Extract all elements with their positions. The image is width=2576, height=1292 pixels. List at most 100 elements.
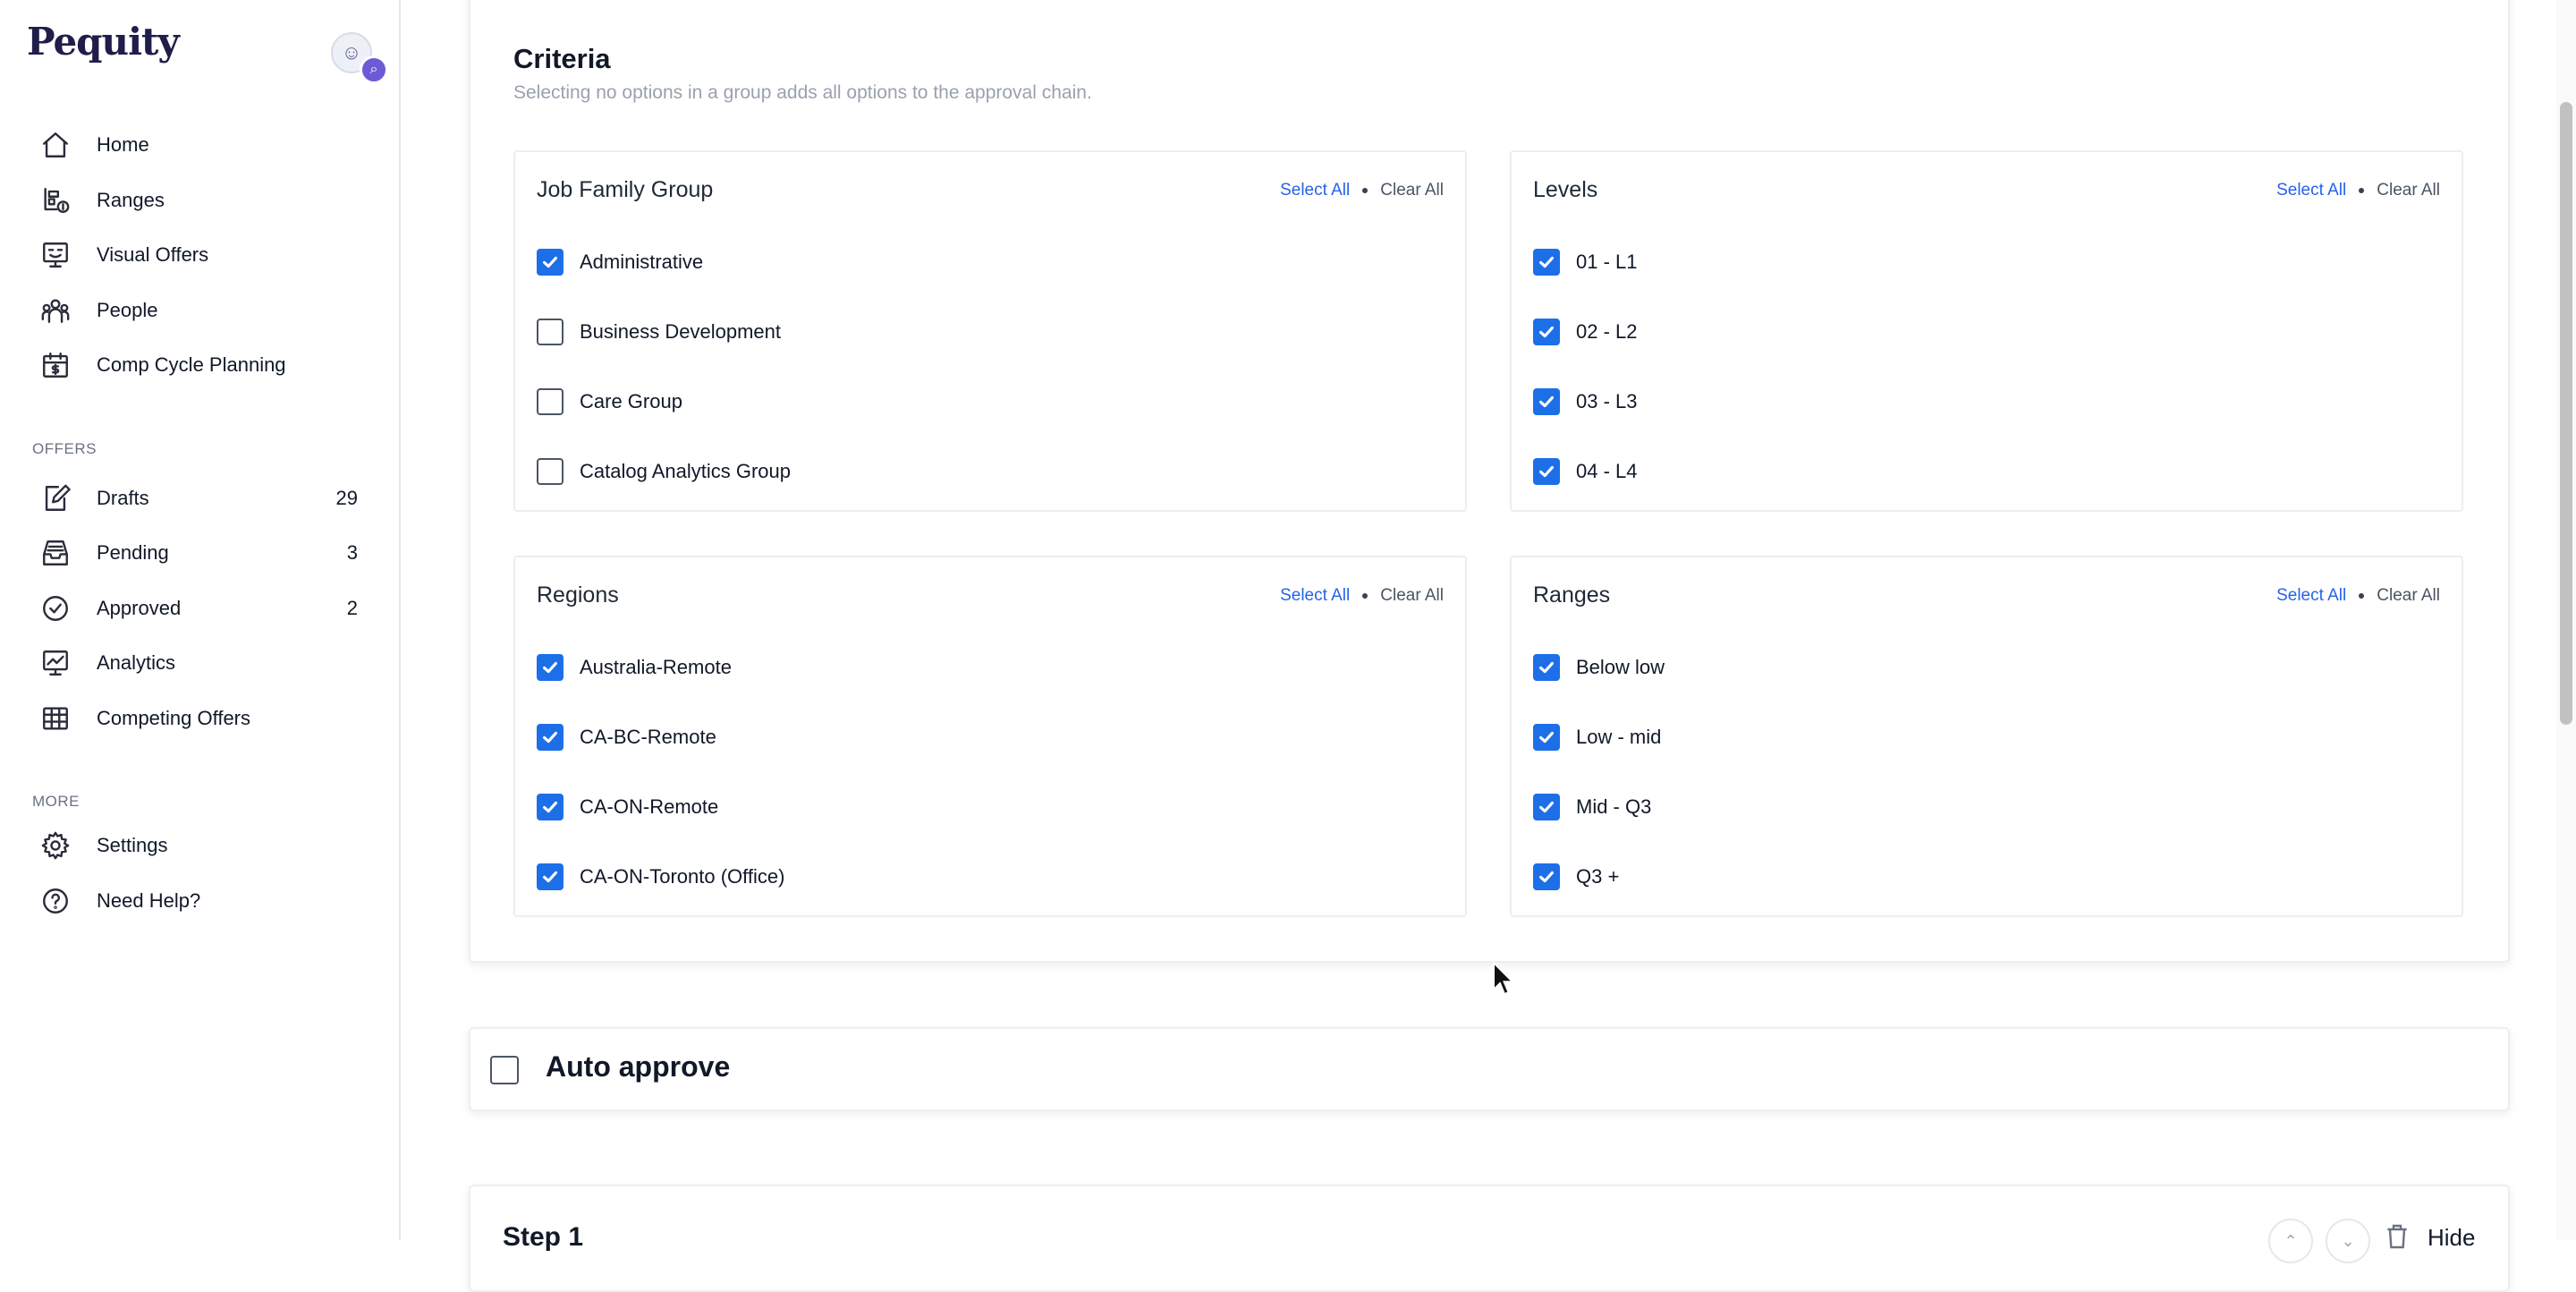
- sidebar-item-people[interactable]: People: [39, 286, 370, 335]
- mouse-pointer-icon: [1492, 960, 1515, 997]
- checkbox[interactable]: [537, 863, 564, 890]
- checkbox[interactable]: [537, 249, 564, 276]
- checkbox-label: 02 - L2: [1576, 320, 1638, 343]
- checkbox[interactable]: [537, 388, 564, 415]
- checkbox-option[interactable]: CA-ON-Toronto (Office): [537, 859, 784, 895]
- sidebar-item-pending[interactable]: Pending 3: [39, 529, 370, 577]
- checkbox[interactable]: [1533, 249, 1560, 276]
- sidebar-item-label: Drafts: [97, 487, 149, 509]
- sidebar-item-visual-offers[interactable]: Visual Offers: [39, 231, 370, 279]
- checkbox-label: Australia-Remote: [580, 656, 732, 678]
- checkbox[interactable]: [1533, 724, 1560, 751]
- separator-dot: [2359, 188, 2365, 193]
- select-all-button[interactable]: Select All: [2276, 181, 2346, 200]
- checkbox[interactable]: [537, 458, 564, 485]
- chevron-up-icon: ⌃: [2284, 1231, 2298, 1250]
- visual-offers-icon: [39, 239, 72, 271]
- check-circle-icon: [39, 592, 72, 625]
- group-actions: Select All Clear All: [2276, 586, 2440, 606]
- step-title: Step 1: [503, 1222, 584, 1252]
- chevron-down-icon: ⌄: [2341, 1231, 2355, 1250]
- checkmark-icon: [1539, 661, 1554, 674]
- checkbox-option[interactable]: 02 - L2: [1533, 314, 1638, 350]
- checkbox-option[interactable]: Low - mid: [1533, 719, 1661, 755]
- checkmark-icon: [543, 871, 557, 883]
- checkmark-icon: [543, 801, 557, 813]
- people-icon: [39, 294, 72, 327]
- checkbox[interactable]: [1533, 388, 1560, 415]
- checkbox-option[interactable]: Business Development: [537, 314, 781, 350]
- group-title: Levels: [1533, 177, 1598, 202]
- checkbox-label: 04 - L4: [1576, 460, 1638, 482]
- checkbox[interactable]: [1533, 458, 1560, 485]
- checkbox-label: Mid - Q3: [1576, 795, 1652, 818]
- checkbox-option[interactable]: 04 - L4: [1533, 454, 1638, 489]
- checkbox[interactable]: [537, 724, 564, 751]
- sidebar-item-approved[interactable]: Approved 2: [39, 584, 370, 633]
- group-actions: Select All Clear All: [2276, 181, 2440, 200]
- separator-dot: [1362, 188, 1368, 193]
- sidebar-item-label: Approved: [97, 597, 182, 619]
- hide-button[interactable]: Hide: [2428, 1224, 2475, 1252]
- checkbox-option[interactable]: Q3 +: [1533, 859, 1619, 895]
- checkbox-option[interactable]: Catalog Analytics Group: [537, 454, 791, 489]
- clear-all-button[interactable]: Clear All: [1380, 586, 1444, 606]
- drafts-count: 29: [335, 487, 358, 509]
- gear-icon: [39, 829, 72, 862]
- home-icon: [39, 129, 72, 161]
- sidebar-item-drafts[interactable]: Drafts 29: [39, 474, 370, 523]
- move-up-button[interactable]: ⌃: [2268, 1219, 2313, 1263]
- draft-edit-icon: [39, 482, 72, 514]
- checkbox-label: Below low: [1576, 656, 1665, 678]
- checkbox-option[interactable]: Care Group: [537, 384, 682, 420]
- checkmark-icon: [1539, 871, 1554, 883]
- checkbox[interactable]: [537, 319, 564, 345]
- sidebar-item-label: Analytics: [97, 651, 176, 674]
- checkbox[interactable]: [1533, 654, 1560, 681]
- help-circle-icon: [39, 885, 72, 917]
- select-all-button[interactable]: Select All: [1280, 181, 1350, 200]
- checkbox-option[interactable]: 01 - L1: [1533, 244, 1638, 280]
- checkbox[interactable]: [1533, 794, 1560, 820]
- clear-all-button[interactable]: Clear All: [1380, 181, 1444, 200]
- checkbox-label: 01 - L1: [1576, 251, 1638, 273]
- criteria-title: Criteria: [513, 43, 611, 74]
- checkbox[interactable]: [537, 794, 564, 820]
- checkbox-option[interactable]: 03 - L3: [1533, 384, 1638, 420]
- checkbox-option[interactable]: Administrative: [537, 244, 703, 280]
- checkbox-option[interactable]: Mid - Q3: [1533, 789, 1651, 825]
- pequity-logo[interactable]: Pequity: [27, 20, 180, 64]
- group-title: Ranges: [1533, 582, 1611, 608]
- scrollbar-thumb[interactable]: [2560, 102, 2572, 725]
- separator-dot: [2359, 593, 2365, 599]
- checkbox-option[interactable]: Australia-Remote: [537, 650, 732, 685]
- sidebar-item-settings[interactable]: Settings: [39, 821, 370, 870]
- checkbox-label: Low - mid: [1576, 726, 1662, 748]
- auto-approve-checkbox[interactable]: [490, 1056, 519, 1084]
- sidebar-item-ranges[interactable]: Ranges: [39, 176, 370, 225]
- inbox-icon: [39, 537, 72, 569]
- clear-all-button[interactable]: Clear All: [2377, 181, 2440, 200]
- checkbox-option[interactable]: Below low: [1533, 650, 1665, 685]
- sidebar-item-comp-cycle-planning[interactable]: Comp Cycle Planning: [39, 341, 370, 389]
- select-all-button[interactable]: Select All: [2276, 586, 2346, 606]
- sidebar-item-home[interactable]: Home: [39, 121, 370, 169]
- checkbox-option[interactable]: CA-ON-Remote: [537, 789, 718, 825]
- more-section-label: MORE: [32, 793, 80, 810]
- checkbox-label: Catalog Analytics Group: [580, 460, 792, 482]
- checkbox[interactable]: [1533, 863, 1560, 890]
- trash-icon[interactable]: [2383, 1222, 2413, 1253]
- sidebar-item-need-help[interactable]: Need Help?: [39, 877, 370, 925]
- checkbox-label: CA-ON-Toronto (Office): [580, 865, 785, 888]
- clear-all-button[interactable]: Clear All: [2377, 586, 2440, 606]
- move-down-button[interactable]: ⌄: [2326, 1219, 2370, 1263]
- checkmark-icon: [1539, 731, 1554, 744]
- checkbox[interactable]: [537, 654, 564, 681]
- checkbox[interactable]: [1533, 319, 1560, 345]
- select-all-button[interactable]: Select All: [1280, 586, 1350, 606]
- checkmark-icon: [1539, 326, 1554, 338]
- sidebar-item-competing-offers[interactable]: Competing Offers: [39, 694, 370, 743]
- sidebar-item-analytics[interactable]: Analytics: [39, 639, 370, 687]
- checkbox-option[interactable]: CA-BC-Remote: [537, 719, 716, 755]
- sidebar-item-label: Visual Offers: [97, 243, 209, 266]
